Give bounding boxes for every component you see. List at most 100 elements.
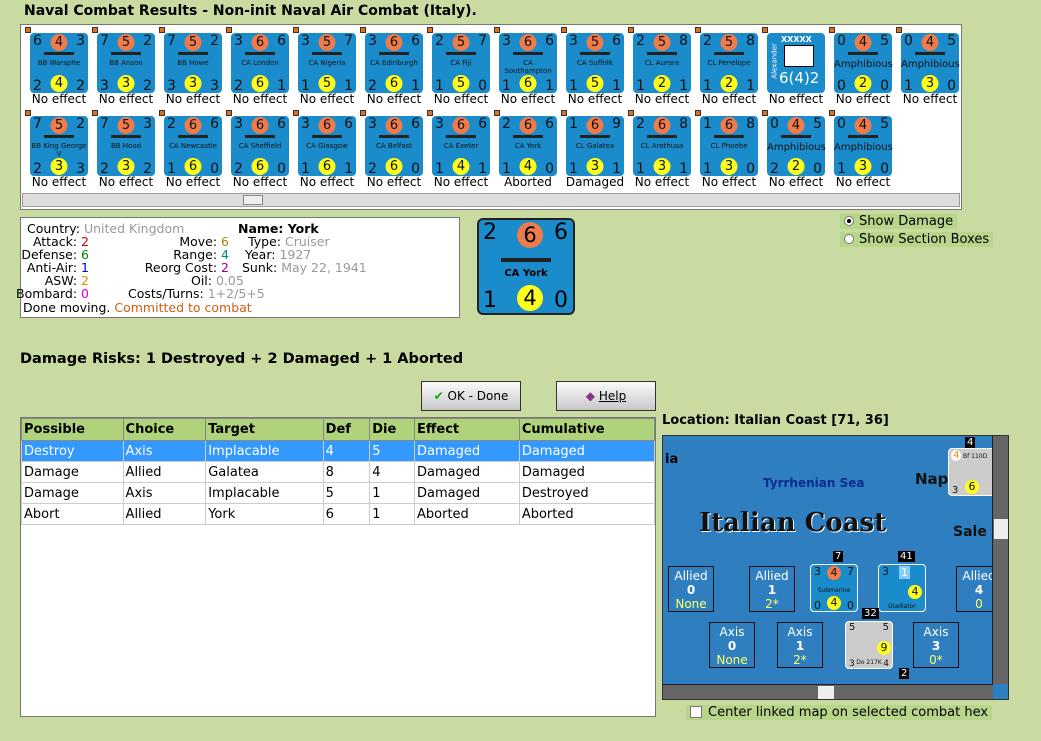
unit-counter[interactable]: 7 5 2 3 3 2 BB Anson: [97, 33, 155, 94]
linked-map[interactable]: ia Tyrrhenian Sea Napl Sale Italian Coas…: [662, 435, 1009, 700]
button-label: Help: [598, 389, 627, 403]
defense-circle: 3: [184, 75, 202, 92]
unit-counter[interactable]: 1 6 8 1 3 0 CL Phoebe: [700, 116, 758, 177]
map-horizontal-scrollbar[interactable]: [663, 684, 993, 699]
column-header[interactable]: Target: [205, 418, 324, 441]
column-header[interactable]: Effect: [414, 418, 520, 441]
unit-counter[interactable]: 7 5 2 3 3 3 BB Howe: [164, 33, 222, 94]
table-row[interactable]: Destroy Axis Implacable 4 5 Damaged Damaged: [21, 440, 656, 462]
unit-counter[interactable]: XXXXX Alexander 6(4)2: [767, 33, 825, 93]
unit-counter[interactable]: 2 6 6 1 6 0 CA Newcastle: [164, 116, 222, 177]
defense-circle: 2: [653, 75, 671, 92]
unit-counter[interactable]: 3 6 6 2 6 0 CA Sheffield: [231, 116, 289, 177]
unit-counter[interactable]: 3 6 6 2 6 1 CA London: [231, 33, 289, 94]
scroll-thumb[interactable]: [994, 519, 1008, 539]
ship-icon: [580, 135, 610, 138]
unit-result: No effect: [701, 92, 757, 106]
counter-value: 3: [368, 33, 377, 49]
status-marker-icon: [360, 27, 366, 33]
help-button[interactable]: ◆ Help: [556, 381, 656, 411]
scroll-thumb[interactable]: [818, 686, 834, 699]
table-cell: Destroy: [21, 440, 124, 462]
counter-name: CL Penelope: [707, 59, 751, 67]
table-row[interactable]: Damage Allied Galatea 8 4 Damaged Damaged: [21, 461, 656, 483]
center-map-checkbox[interactable]: Center linked map on selected combat hex: [686, 705, 993, 720]
defense-circle: 2: [787, 158, 805, 175]
status-marker-icon: [695, 27, 701, 33]
table-row[interactable]: Abort Allied York 6 1 Aborted Aborted: [21, 503, 656, 525]
defense-circle: 4: [908, 585, 922, 599]
unit-result: No effect: [433, 92, 489, 106]
defense-circle: 6: [385, 75, 403, 92]
show-damage-radio[interactable]: Show Damage: [840, 214, 958, 229]
unit-counter[interactable]: 0 4 5 1 3 0 Amphibious: [901, 33, 960, 94]
unit-strip-scrollbar[interactable]: [22, 193, 960, 207]
defense-circle: 3: [586, 158, 604, 175]
unit-counter[interactable]: 3 6 6 2 6 0 CA Belfast: [365, 116, 423, 177]
counter-name: Amphibious: [901, 59, 960, 70]
table-row[interactable]: Damage Axis Implacable 5 1 Damaged Destroyed: [21, 482, 656, 504]
column-header[interactable]: Def: [322, 418, 371, 441]
ship-icon: [245, 52, 275, 55]
counter-name: Amphibious: [834, 142, 893, 153]
unit-counter[interactable]: 2 5 8 1 2 1 CL Aurora: [633, 33, 691, 94]
damage-table: Possible Choice Target Def Die Effect Cumulati…: [20, 417, 656, 717]
unit-counter[interactable]: 3 5 7 1 5 1 CA Nigeria: [298, 33, 356, 94]
column-header[interactable]: Cumulative: [518, 418, 656, 441]
unit-counter[interactable]: 0 4 5 2 2 0 Amphibious: [767, 116, 826, 177]
counter-value: 7: [167, 33, 176, 49]
unit-counter[interactable]: 7 5 3 2 3 2 BB Hood: [97, 116, 155, 177]
unit-counter[interactable]: 2 5 7 1 5 0 CA Fiji: [432, 33, 490, 94]
unit-counter[interactable]: 7 5 2 2 3 3 BB King George V: [30, 116, 88, 177]
attack-circle: 4: [921, 34, 939, 51]
unit-result: No effect: [768, 175, 824, 189]
table-cell: Aborted: [518, 503, 656, 525]
unit-counter[interactable]: 3 5 6 1 5 1 CA Suffolk: [566, 33, 624, 94]
ship-icon: [312, 52, 342, 55]
table-cell: Axis: [122, 482, 207, 504]
attack-circle: 5: [452, 34, 470, 51]
counter-name: CA Exeter: [443, 142, 479, 150]
unit-counter[interactable]: 2 6 6 1 4 0 CA York: [499, 116, 557, 177]
attack-circle: 5: [50, 117, 68, 134]
attack-circle: 6: [653, 117, 671, 134]
scroll-thumb[interactable]: [243, 195, 263, 205]
unit-counter[interactable]: 3 6 6 2 6 1 CA Edinburgh: [365, 33, 423, 94]
unit-counter[interactable]: 3 6 6 1 6 1 CA Southampton: [499, 33, 557, 94]
ok-done-button[interactable]: ✔ OK - Done: [421, 381, 521, 411]
counter-name: BB Hood: [110, 142, 142, 150]
unit-counter[interactable]: 3 6 6 1 4 1 CA Exeter: [432, 116, 490, 177]
map-vertical-scrollbar[interactable]: [992, 436, 1008, 684]
ship-icon: [446, 135, 476, 138]
box-value: 2*: [765, 597, 779, 611]
bombard-value: 0: [81, 286, 89, 301]
defense-circle: 4: [519, 158, 537, 175]
show-section-boxes-radio[interactable]: Show Section Boxes: [840, 232, 994, 247]
counter-name: BB Anson: [109, 59, 143, 67]
attack-circle: 6: [385, 34, 403, 51]
ship-icon: [915, 52, 945, 55]
counter-value: 6: [478, 116, 487, 132]
unit-counter[interactable]: 6 4 3 2 4 2 BB Warspite: [30, 33, 88, 94]
counter-name: Gladiator: [888, 603, 916, 610]
submarine-counter[interactable]: 3 4 7 Submarine 0 4 0: [810, 564, 858, 612]
checkbox-label: Center linked map on selected combat hex: [708, 705, 989, 720]
status-marker-icon: [494, 27, 500, 33]
unit-counter[interactable]: 2 5 8 1 2 1 CL Penelope: [700, 33, 758, 94]
ship-icon: [44, 52, 74, 55]
column-header[interactable]: Die: [369, 418, 415, 441]
unit-result: No effect: [366, 92, 422, 106]
do217-counter[interactable]: 5 5 9 3 Do 217K 4: [845, 621, 893, 669]
column-header[interactable]: Possible: [21, 418, 124, 441]
unit-counter[interactable]: 3 6 6 1 6 1 CA Glasgow: [298, 116, 356, 177]
defense-circle: 6: [251, 75, 269, 92]
sunk-value: May 22, 1941: [281, 260, 367, 275]
unit-counter[interactable]: 0 4 5 1 3 0 Amphibious: [834, 116, 893, 177]
unit-counter[interactable]: 0 4 5 0 2 0 Amphibious: [834, 33, 893, 94]
bf110-counter[interactable]: 4 Bf 110D 3 6: [948, 448, 996, 496]
attack-value: 4: [951, 450, 962, 461]
gladiator-counter[interactable]: 3 1 4 Gladiator: [878, 564, 926, 612]
unit-counter[interactable]: 2 6 8 1 3 1 CL Arethusa: [633, 116, 691, 177]
column-header[interactable]: Choice: [122, 418, 207, 441]
unit-counter[interactable]: 1 6 9 1 3 1 CL Galatea: [566, 116, 624, 177]
